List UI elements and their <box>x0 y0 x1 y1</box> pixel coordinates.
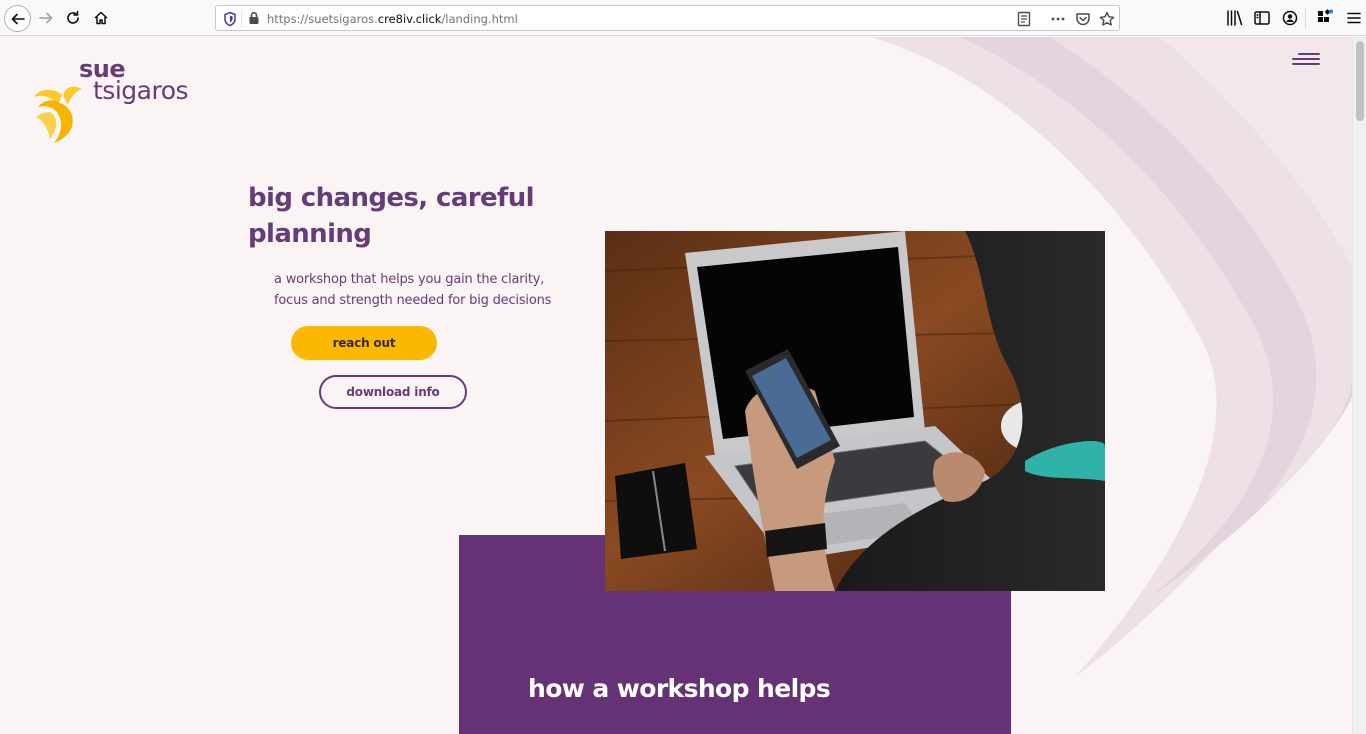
reach-out-button[interactable]: reach out <box>291 326 437 360</box>
library-icon[interactable] <box>1226 9 1244 27</box>
hero-photo-phone-laptop <box>605 231 1105 591</box>
url-host: cre8iv.click <box>377 12 442 26</box>
logo-text-last: tsigaros <box>93 76 189 105</box>
urlbar-separator <box>241 11 242 27</box>
home-icon <box>94 11 108 25</box>
bookmark-star-icon[interactable] <box>1099 11 1115 27</box>
more-actions-icon[interactable] <box>1050 11 1066 27</box>
url-bar[interactable]: https://suetsigaros.cre8iv.click/landing… <box>215 5 1120 31</box>
extensions-icon[interactable] <box>1316 9 1334 27</box>
menu-line <box>1292 63 1320 65</box>
url-path: /landing.html <box>441 12 518 26</box>
site-logo[interactable]: sue tsigaros <box>16 47 189 143</box>
reader-view-icon[interactable] <box>1017 11 1031 27</box>
back-button[interactable] <box>4 5 31 32</box>
menu-line <box>1292 58 1320 60</box>
page-scrollbar[interactable] <box>1352 37 1366 734</box>
section-title: how a workshop helps <box>528 674 831 703</box>
forward-button[interactable] <box>33 5 59 31</box>
hero-subtitle: a workshop that helps you gain the clari… <box>274 272 552 308</box>
page-viewport: sue tsigaros big changes, careful planni… <box>0 37 1352 734</box>
bird-logo-icon <box>34 86 82 143</box>
reload-button[interactable] <box>60 5 86 31</box>
url-text[interactable]: https://suetsigaros.cre8iv.click/landing… <box>267 12 518 26</box>
hero-title: big changes, careful planning <box>248 183 535 249</box>
forward-arrow-icon <box>39 12 53 24</box>
browser-toolbar: https://suetsigaros.cre8iv.click/landing… <box>0 0 1366 36</box>
home-button[interactable] <box>88 5 114 31</box>
download-info-button[interactable]: download info <box>319 375 467 409</box>
back-arrow-icon <box>11 13 25 24</box>
toolbar-divider <box>1305 8 1306 28</box>
hamburger-menu-icon[interactable] <box>1345 9 1363 27</box>
menu-line <box>1298 53 1320 55</box>
reload-icon <box>67 10 79 24</box>
tracking-shield-icon[interactable] <box>223 11 237 27</box>
account-icon[interactable] <box>1281 9 1299 27</box>
site-menu-button[interactable] <box>1292 53 1320 67</box>
pocket-icon[interactable] <box>1075 11 1091 27</box>
sidebar-icon[interactable] <box>1253 9 1271 27</box>
scrollbar-thumb[interactable] <box>1356 41 1364 121</box>
url-prefix: https://suetsigaros. <box>267 12 378 26</box>
lock-icon[interactable] <box>248 11 260 25</box>
